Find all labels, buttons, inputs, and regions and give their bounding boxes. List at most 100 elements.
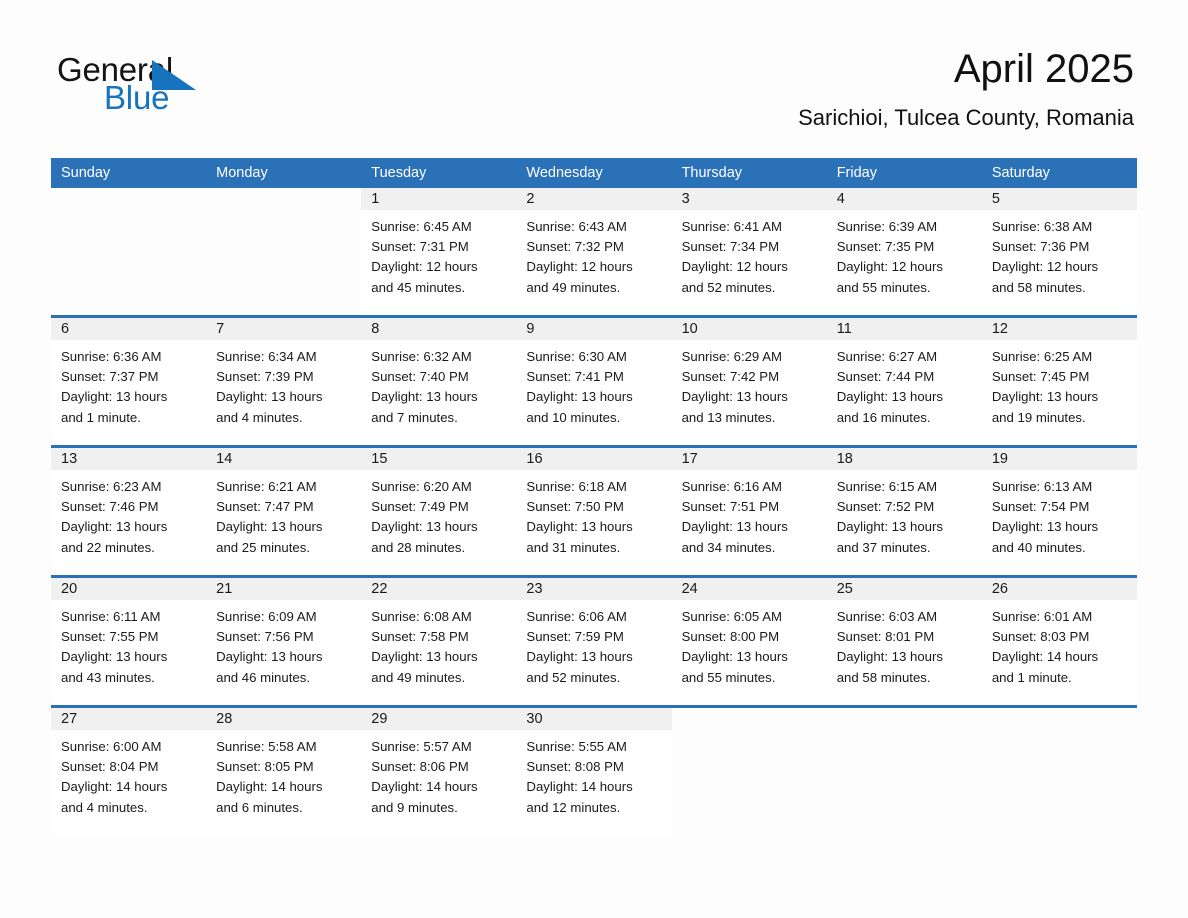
calendar-day-cell[interactable]: 12 Sunrise: 6:25 AM Sunset: 7:45 PM Dayligh…	[981, 318, 1137, 445]
calendar-day-cell[interactable]: 16 Sunrise: 6:18 AM Sunset: 7:50 PM Dayligh…	[516, 448, 672, 575]
daylight-line1-text: Daylight: 13 hours	[526, 649, 633, 665]
calendar-day-cell[interactable]: 24 Sunrise: 6:05 AM Sunset: 8:00 PM Dayligh…	[671, 578, 827, 705]
sunset-text: Sunset: 7:46 PM	[61, 499, 159, 515]
calendar-day-cell[interactable]: 18 Sunrise: 6:15 AM Sunset: 7:52 PM Dayligh…	[826, 448, 982, 575]
daylight-line1-text: Daylight: 13 hours	[836, 649, 943, 665]
sunrise-text: Sunrise: 6:18 AM	[526, 479, 627, 494]
day-details: Sunrise: 6:34 AM Sunset: 7:39 PM Daylight:…	[206, 340, 361, 445]
sunrise-text: Sunrise: 6:01 AM	[991, 609, 1093, 624]
day-number: 20	[51, 578, 207, 600]
daylight-line2-text: and 40 minutes.	[991, 539, 1086, 555]
calendar-day-cell[interactable]: 7 Sunrise: 6:34 AM Sunset: 7:39 PM Daylight…	[206, 318, 362, 445]
day-number: 15	[361, 448, 517, 470]
day-details: Sunrise: 6:05 AM Sunset: 8:00 PM Daylight:…	[672, 600, 827, 705]
calendar-cell-empty	[51, 188, 207, 315]
daylight-line1-text: Daylight: 13 hours	[371, 649, 478, 665]
daylight-line2-text: and 4 minutes.	[216, 409, 303, 425]
day-details: Sunrise: 6:20 AM Sunset: 7:49 PM Daylight:…	[361, 470, 516, 575]
calendar-day-cell[interactable]: 26 Sunrise: 6:01 AM Sunset: 8:03 PM Dayligh…	[981, 578, 1137, 705]
calendar-day-cell[interactable]: 14 Sunrise: 6:21 AM Sunset: 7:47 PM Dayligh…	[206, 448, 362, 575]
daylight-line1-text: Daylight: 13 hours	[216, 389, 323, 405]
daylight-line1-text: Daylight: 14 hours	[216, 779, 323, 795]
calendar-day-cell[interactable]: 17 Sunrise: 6:16 AM Sunset: 7:51 PM Dayligh…	[671, 448, 827, 575]
calendar-day-cell[interactable]: 27 Sunrise: 6:00 AM Sunset: 8:04 PM Dayligh…	[51, 708, 207, 835]
sunrise-text: Sunrise: 6:41 AM	[681, 219, 782, 234]
calendar-day-cell[interactable]: 5 Sunrise: 6:38 AM Sunset: 7:36 PM Daylight…	[981, 188, 1137, 315]
sunrise-text: Sunrise: 5:55 AM	[526, 739, 627, 754]
calendar-day-cell[interactable]: 3 Sunrise: 6:41 AM Sunset: 7:34 PM Daylight…	[671, 188, 827, 315]
calendar-day-cell[interactable]: 10 Sunrise: 6:29 AM Sunset: 7:42 PM Dayligh…	[671, 318, 827, 445]
day-details: Sunrise: 6:06 AM Sunset: 7:59 PM Daylight:…	[516, 600, 671, 705]
daylight-line2-text: and 55 minutes.	[836, 279, 931, 295]
day-details: Sunrise: 6:38 AM Sunset: 7:36 PM Daylight:…	[982, 210, 1137, 315]
calendar-day-cell[interactable]: 15 Sunrise: 6:20 AM Sunset: 7:49 PM Dayligh…	[361, 448, 517, 575]
calendar-week-row: 20 Sunrise: 6:11 AM Sunset: 7:55 PM Dayligh…	[51, 575, 1137, 705]
sunrise-text: Sunrise: 6:38 AM	[991, 219, 1093, 234]
daylight-line2-text: and 10 minutes.	[526, 409, 621, 425]
calendar-day-cell[interactable]: 11 Sunrise: 6:27 AM Sunset: 7:44 PM Dayligh…	[826, 318, 982, 445]
calendar-day-cell[interactable]: 23 Sunrise: 6:06 AM Sunset: 7:59 PM Dayligh…	[516, 578, 672, 705]
sunset-text: Sunset: 7:54 PM	[991, 499, 1090, 515]
calendar-day-cell[interactable]: 28 Sunrise: 5:58 AM Sunset: 8:05 PM Dayligh…	[206, 708, 362, 835]
calendar-page: General Blue April 2025 Sarichioi, Tulce…	[0, 0, 1188, 918]
calendar-day-cell[interactable]: 25 Sunrise: 6:03 AM Sunset: 8:01 PM Dayligh…	[826, 578, 982, 705]
daylight-line1-text: Daylight: 13 hours	[61, 519, 168, 535]
calendar-cell-empty	[671, 708, 827, 835]
calendar-table: Sunday Monday Tuesday Wednesday Thursday Frid…	[51, 158, 1137, 835]
daylight-line2-text: and 4 minutes.	[61, 799, 148, 815]
sunrise-text: Sunrise: 6:30 AM	[526, 349, 627, 364]
daylight-line2-text: and 49 minutes.	[526, 279, 621, 295]
sunrise-text: Sunrise: 6:16 AM	[681, 479, 782, 494]
day-details: Sunrise: 5:57 AM Sunset: 8:06 PM Daylight:…	[361, 730, 516, 835]
day-details: Sunrise: 6:21 AM Sunset: 7:47 PM Daylight:…	[206, 470, 361, 575]
sunset-text: Sunset: 7:50 PM	[526, 499, 624, 515]
sunset-text: Sunset: 8:08 PM	[526, 759, 624, 775]
sunrise-text: Sunrise: 6:25 AM	[991, 349, 1093, 364]
calendar-day-cell[interactable]: 13 Sunrise: 6:23 AM Sunset: 7:46 PM Dayligh…	[51, 448, 207, 575]
calendar-cell-empty	[981, 708, 1137, 835]
calendar-day-cell[interactable]: 9 Sunrise: 6:30 AM Sunset: 7:41 PM Daylight…	[516, 318, 672, 445]
calendar-day-cell[interactable]: 2 Sunrise: 6:43 AM Sunset: 7:32 PM Daylight…	[516, 188, 672, 315]
sunrise-text: Sunrise: 5:58 AM	[216, 739, 317, 754]
sunrise-text: Sunrise: 6:15 AM	[836, 479, 938, 494]
sunrise-text: Sunrise: 6:00 AM	[61, 739, 162, 754]
weekday-header-sunday: Sunday	[61, 165, 111, 181]
day-number: 26	[981, 578, 1137, 600]
calendar-day-cell[interactable]: 29 Sunrise: 5:57 AM Sunset: 8:06 PM Dayligh…	[361, 708, 517, 835]
daylight-line2-text: and 19 minutes.	[991, 409, 1086, 425]
day-number: 23	[516, 578, 672, 600]
calendar-day-cell[interactable]: 19 Sunrise: 6:13 AM Sunset: 7:54 PM Dayligh…	[981, 448, 1137, 575]
weekday-header-row: Sunday Monday Tuesday Wednesday Thursday Frid…	[51, 158, 1137, 188]
day-number: 29	[361, 708, 517, 730]
daylight-line2-text: and 7 minutes.	[371, 409, 458, 425]
sunset-text: Sunset: 7:51 PM	[681, 499, 780, 515]
day-number: 13	[51, 448, 207, 470]
weekday-header-tuesday: Tuesday	[371, 165, 427, 181]
day-details: Sunrise: 6:15 AM Sunset: 7:52 PM Daylight:…	[827, 470, 982, 575]
day-number: 19	[981, 448, 1137, 470]
calendar-day-cell[interactable]: 21 Sunrise: 6:09 AM Sunset: 7:56 PM Dayligh…	[206, 578, 362, 705]
calendar-day-cell[interactable]: 30 Sunrise: 5:55 AM Sunset: 8:08 PM Dayligh…	[516, 708, 672, 835]
day-number: 7	[206, 318, 362, 340]
calendar-day-cell[interactable]: 4 Sunrise: 6:39 AM Sunset: 7:35 PM Daylight…	[826, 188, 982, 315]
sunset-text: Sunset: 7:39 PM	[216, 369, 314, 385]
sunset-text: Sunset: 8:00 PM	[681, 629, 780, 645]
calendar-day-cell[interactable]: 22 Sunrise: 6:08 AM Sunset: 7:58 PM Dayligh…	[361, 578, 517, 705]
weekday-header-friday: Friday	[836, 165, 877, 181]
calendar-day-cell[interactable]: 20 Sunrise: 6:11 AM Sunset: 7:55 PM Dayligh…	[51, 578, 207, 705]
sunset-text: Sunset: 7:58 PM	[371, 629, 469, 645]
daylight-line2-text: and 25 minutes.	[216, 539, 310, 555]
day-number	[671, 708, 827, 730]
calendar-day-cell[interactable]: 6 Sunrise: 6:36 AM Sunset: 7:37 PM Daylight…	[51, 318, 207, 445]
daylight-line2-text: and 37 minutes.	[836, 539, 931, 555]
sunset-text: Sunset: 7:35 PM	[836, 239, 935, 255]
day-number: 5	[981, 188, 1137, 210]
daylight-line2-text: and 55 minutes.	[681, 669, 776, 685]
day-number	[981, 708, 1137, 730]
weekday-header-thursday: Thursday	[681, 165, 743, 181]
day-details: Sunrise: 6:36 AM Sunset: 7:37 PM Daylight:…	[51, 340, 206, 445]
day-details: Sunrise: 6:30 AM Sunset: 7:41 PM Daylight:…	[516, 340, 671, 445]
week-cells: 27 Sunrise: 6:00 AM Sunset: 8:04 PM Dayligh…	[51, 708, 1137, 835]
calendar-day-cell[interactable]: 8 Sunrise: 6:32 AM Sunset: 7:40 PM Daylight…	[361, 318, 517, 445]
calendar-day-cell[interactable]: 1 Sunrise: 6:45 AM Sunset: 7:31 PM Daylight…	[361, 188, 517, 315]
